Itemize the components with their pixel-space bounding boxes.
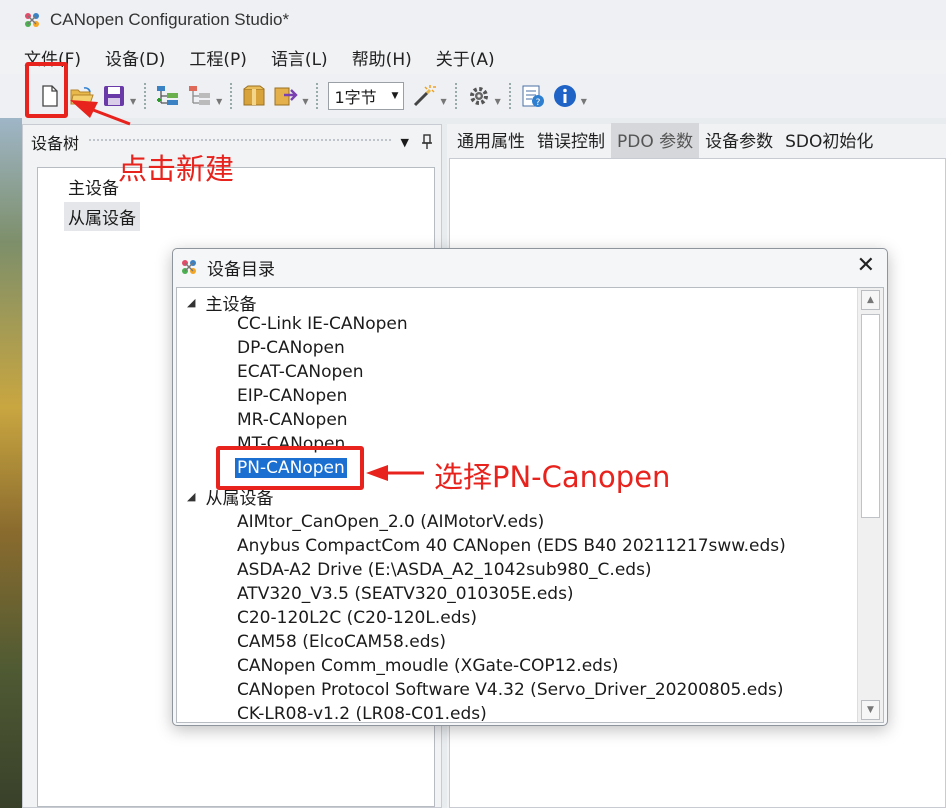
menu-about[interactable]: 关于(A) [434, 41, 507, 74]
wizard-button[interactable] [410, 82, 438, 110]
svg-text:?: ? [535, 98, 540, 108]
tab-device-parameters[interactable]: 设备参数 [699, 123, 779, 158]
desktop-background [0, 118, 22, 808]
remove-dropdown-icon[interactable]: ▼ [216, 97, 222, 106]
list-item[interactable]: AIMtor_CanOpen_2.0 (AIMotorV.eds) [235, 512, 546, 532]
magic-wand-icon [414, 85, 437, 107]
gear-icon [469, 87, 488, 105]
remove-node-icon [189, 86, 211, 105]
toolbar-grip[interactable] [316, 83, 320, 109]
export-arrow-icon [274, 87, 299, 106]
byte-size-select[interactable]: 1字节 ▼ [328, 82, 405, 110]
chevron-down-icon: ▼ [391, 91, 399, 101]
list-item-eip[interactable]: EIP-CANopen [235, 386, 349, 406]
menu-project[interactable]: 工程(P) [187, 41, 259, 74]
help-document-icon: ? [522, 85, 544, 108]
add-device-button[interactable] [154, 82, 182, 110]
panel-grip[interactable] [89, 139, 391, 145]
toolbar-grip[interactable] [508, 83, 513, 109]
menu-device[interactable]: 设备(D) [103, 41, 177, 74]
menu-bar: 文件(F) 设备(D) 工程(P) 语言(L) 帮助(H) 关于(A) [0, 40, 946, 74]
list-item[interactable]: ASDA-A2 Drive (E:\ASDA_A2_1042sub980_C.e… [235, 560, 654, 580]
package-icon [243, 85, 265, 106]
category-master[interactable]: ◢ 主设备 [187, 290, 256, 315]
list-item[interactable]: CANopen Protocol Software V4.32 (Servo_D… [235, 680, 786, 700]
remove-device-button[interactable] [186, 82, 214, 110]
wizard-dropdown-icon[interactable]: ▼ [440, 97, 446, 106]
list-item-mr[interactable]: MR-CANopen [235, 410, 350, 430]
app-logo-icon [25, 13, 39, 27]
app-logo-icon [182, 260, 196, 274]
list-item[interactable]: Anybus CompactCom 40 CANopen (EDS B40 20… [235, 536, 788, 556]
tab-general-properties[interactable]: 通用属性 [451, 123, 531, 158]
toolbar-grip[interactable] [454, 83, 459, 109]
device-catalog-list: ◢ 主设备 CC-Link IE-CANopen DP-CANopen ECAT… [176, 287, 884, 723]
annotation-arrow-icon [70, 100, 131, 126]
tab-error-control[interactable]: 错误控制 [531, 123, 611, 158]
highlight-new-button [25, 62, 68, 118]
dialog-title-bar: 设备目录 ✕ [173, 249, 887, 285]
title-bar: CANopen Configuration Studio* [0, 0, 946, 40]
collapse-triangle-icon[interactable]: ◢ [187, 490, 195, 503]
add-node-icon [157, 86, 179, 105]
tree-item-slave[interactable]: 从属设备 [64, 202, 140, 231]
export-dropdown-icon[interactable]: ▼ [302, 97, 308, 106]
dialog-title: 设备目录 [207, 259, 275, 280]
collapse-triangle-icon[interactable]: ◢ [187, 296, 195, 309]
toolbar-grip[interactable] [144, 83, 148, 109]
about-dropdown-icon[interactable]: ▼ [581, 97, 587, 106]
list-item[interactable]: ATV320_V3.5 (SEATV320_010305E.eds) [235, 584, 576, 604]
highlight-pn-item [216, 446, 364, 490]
list-item[interactable]: CAM58 (ElcoCAM58.eds) [235, 632, 448, 652]
list-item[interactable]: CK-LR08-v1.2 (LR08-C01.eds) [235, 704, 489, 722]
list-item-ecat[interactable]: ECAT-CANopen [235, 362, 366, 382]
info-icon [553, 85, 576, 107]
annotation-click-new: 点击新建 [118, 152, 235, 186]
toolbar: ▼ ▼ ▼ 1字节 ▼ ▼ ▼ ? ▼ [0, 74, 946, 118]
properties-tabs: 通用属性 错误控制 PDO 参数 设备参数 SDO初始化 [447, 123, 946, 158]
panel-dropdown-icon[interactable]: ▼ [401, 136, 409, 149]
settings-button[interactable] [465, 82, 493, 110]
list-item[interactable]: CANopen Comm_moudle (XGate-COP12.eds) [235, 656, 620, 676]
tree-item-master[interactable]: 主设备 [64, 172, 123, 201]
import-button[interactable] [240, 82, 268, 110]
window-title: CANopen Configuration Studio* [50, 10, 290, 29]
about-button[interactable] [551, 82, 579, 110]
close-icon[interactable]: ✕ [857, 255, 875, 277]
tab-sdo-init[interactable]: SDO初始化 [779, 123, 879, 158]
scroll-down-icon[interactable]: ▼ [861, 700, 880, 720]
scroll-up-icon[interactable]: ▲ [861, 290, 880, 310]
menu-language[interactable]: 语言(L) [269, 41, 340, 74]
annotation-select-pn: 选择PN-Canopen [434, 460, 671, 494]
vertical-scrollbar[interactable]: ▲ ▼ [857, 288, 883, 722]
byte-size-value: 1字节 [334, 88, 377, 107]
tab-pdo-parameters[interactable]: PDO 参数 [611, 123, 700, 158]
toolbar-grip[interactable] [230, 83, 234, 109]
settings-dropdown-icon[interactable]: ▼ [495, 97, 501, 106]
category-master-label: 主设备 [205, 295, 257, 315]
scroll-thumb[interactable] [861, 314, 880, 518]
help-button[interactable]: ? [519, 82, 547, 110]
annotation-arrow-icon [366, 465, 424, 481]
pin-icon[interactable] [421, 134, 433, 150]
list-item-cc-link-ie[interactable]: CC-Link IE-CANopen [235, 314, 410, 334]
list-item[interactable]: C20-120L2C (C20-120L.eds) [235, 608, 479, 628]
export-button[interactable] [272, 82, 300, 110]
menu-help[interactable]: 帮助(H) [350, 41, 424, 74]
list-item-dp[interactable]: DP-CANopen [235, 338, 347, 358]
